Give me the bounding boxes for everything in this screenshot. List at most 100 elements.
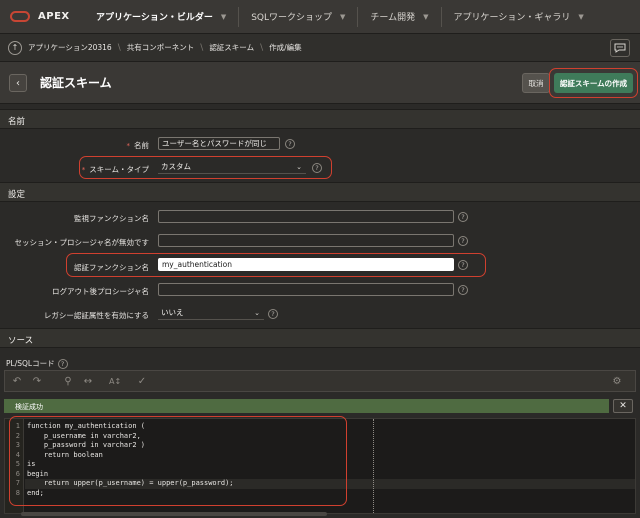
print-margin-ruler bbox=[373, 419, 374, 513]
line-number: 8 bbox=[15, 488, 20, 497]
sentry-function-input[interactable] bbox=[158, 210, 454, 223]
code-line: begin bbox=[27, 469, 49, 478]
nav-tab-sql-workshop[interactable]: SQLワークショップ ▼ bbox=[239, 0, 357, 34]
breadcrumb-separator: \ bbox=[260, 42, 264, 53]
create-auth-scheme-button[interactable]: 認証スキームの作成 bbox=[554, 73, 633, 93]
help-icon[interactable]: ? bbox=[57, 359, 68, 369]
name-field-label: * 名前 bbox=[127, 140, 150, 151]
horizontal-scrollbar[interactable] bbox=[21, 512, 327, 516]
help-icon[interactable]: ? bbox=[458, 260, 468, 270]
nav-tab-label: アプリケーション・ギャラリ bbox=[453, 13, 571, 23]
plsql-code-label: PL/SQLコード? bbox=[6, 358, 68, 369]
line-number: 7 bbox=[15, 479, 20, 487]
code-line: p_password in varchar2 ) bbox=[27, 441, 146, 449]
chat-icon bbox=[614, 43, 626, 53]
code-editor[interactable]: 1 2 3 4 5 6 7 8 function my_authenticati… bbox=[4, 418, 636, 514]
legacy-attributes-select[interactable]: いいえ ⌄ bbox=[158, 307, 264, 320]
required-marker: * bbox=[126, 142, 131, 150]
line-number: 1 bbox=[15, 422, 20, 430]
close-icon: ✕ bbox=[619, 401, 627, 411]
line-number: 4 bbox=[15, 450, 20, 459]
auth-function-input[interactable]: my_authentication bbox=[158, 258, 454, 271]
oracle-logo-icon bbox=[10, 11, 30, 22]
legacy-attributes-label: レガシー認証属性を有効にする bbox=[43, 311, 149, 320]
code-line: p_username in varchar2, bbox=[27, 431, 141, 440]
section-header-name: 名前 bbox=[0, 109, 640, 129]
chevron-down-icon: ▼ bbox=[220, 12, 227, 21]
help-icon[interactable]: ? bbox=[458, 285, 468, 295]
chat-button[interactable] bbox=[610, 39, 630, 57]
expand-arrows-icon[interactable]: ↔ bbox=[82, 376, 94, 388]
invalid-session-input[interactable] bbox=[158, 234, 454, 247]
breadcrumb-item-create-edit: 作成/編集 bbox=[269, 43, 302, 52]
redo-icon[interactable]: ↷ bbox=[31, 376, 43, 388]
section-header-source: ソース bbox=[0, 328, 640, 348]
code-line: function my_authentication ( bbox=[27, 422, 146, 430]
page-title: 認証スキーム bbox=[40, 76, 112, 90]
search-icon[interactable]: ⚲ bbox=[62, 376, 74, 388]
sentry-function-label: 監視ファンクション名 bbox=[74, 214, 149, 223]
help-icon[interactable]: ? bbox=[312, 163, 322, 173]
code-line: is bbox=[27, 460, 36, 468]
chevron-down-icon: ▼ bbox=[340, 12, 346, 21]
required-marker: * bbox=[81, 166, 86, 174]
nav-tab-label: SQLワークショップ bbox=[251, 13, 333, 23]
name-label-text: 名前 bbox=[134, 141, 149, 150]
cancel-button[interactable]: 取消 bbox=[522, 73, 550, 93]
name-input[interactable]: ユーザー名とパスワードが同じ bbox=[158, 137, 280, 150]
nav-tab-label: アプリケーション・ビルダー bbox=[96, 13, 213, 23]
breadcrumb-item-shared-components[interactable]: 共有コンポーネント bbox=[127, 42, 195, 53]
section-title: ソース bbox=[8, 336, 34, 346]
line-number: 6 bbox=[15, 469, 20, 478]
line-number: 3 bbox=[15, 441, 20, 449]
section-title: 設定 bbox=[8, 190, 26, 200]
help-icon[interactable]: ? bbox=[458, 236, 468, 246]
line-number: 2 bbox=[15, 431, 20, 440]
chevron-down-icon: ▼ bbox=[578, 12, 584, 21]
section-title: 名前 bbox=[8, 117, 26, 127]
brand-label: APEX bbox=[38, 11, 70, 22]
arrow-up-icon[interactable]: ↑ bbox=[8, 40, 22, 55]
chevron-left-icon: ‹ bbox=[16, 77, 20, 89]
nav-tab-team-development[interactable]: チーム開発 ▼ bbox=[358, 0, 440, 34]
legacy-attributes-value: いいえ bbox=[161, 308, 184, 317]
chevron-down-icon: ⌄ bbox=[296, 163, 302, 171]
code-line: return boolean bbox=[27, 450, 103, 459]
line-number-gutter: 1 2 3 4 5 6 7 8 bbox=[5, 419, 24, 513]
close-status-button[interactable]: ✕ bbox=[613, 399, 633, 413]
nav-tab-app-builder[interactable]: アプリケーション・ビルダー ▼ bbox=[84, 0, 238, 34]
undo-icon[interactable]: ↶ bbox=[11, 376, 23, 388]
help-icon[interactable]: ? bbox=[285, 139, 295, 149]
validation-status-bar: 検証成功 bbox=[4, 399, 609, 413]
breadcrumb-item-application[interactable]: アプリケーション20316 bbox=[28, 42, 112, 53]
nav-tab-app-gallery[interactable]: アプリケーション・ギャラリ ▼ bbox=[442, 0, 596, 34]
nav-tab-label: チーム開発 bbox=[370, 13, 416, 23]
breadcrumb-item-auth-schemes[interactable]: 認証スキーム bbox=[209, 42, 254, 53]
apex-logo[interactable]: APEX bbox=[10, 11, 84, 22]
chevron-down-icon: ⌄ bbox=[254, 309, 260, 317]
breadcrumb-separator: \ bbox=[117, 42, 121, 53]
post-logout-label: ログアウト後プロシージャ名 bbox=[52, 287, 149, 296]
help-icon[interactable]: ? bbox=[458, 212, 468, 222]
back-button[interactable]: ‹ bbox=[9, 74, 27, 92]
scheme-type-label: * スキーム・タイプ bbox=[82, 164, 149, 175]
scheme-type-value: カスタム bbox=[161, 162, 191, 171]
gear-icon[interactable]: ⚙ bbox=[611, 376, 623, 388]
scheme-type-select[interactable]: カスタム ⌄ bbox=[158, 161, 306, 174]
section-header-settings: 設定 bbox=[0, 182, 640, 202]
top-nav-bar: APEX アプリケーション・ビルダー ▼ SQLワークショップ ▼ チーム開発 … bbox=[0, 0, 640, 34]
invalid-session-label: セッション・プロシージャ名が無効です bbox=[14, 238, 149, 247]
help-icon[interactable]: ? bbox=[268, 309, 278, 319]
post-logout-input[interactable] bbox=[158, 283, 454, 296]
breadcrumb: ↑ アプリケーション20316 \ 共有コンポーネント \ 認証スキーム \ 作… bbox=[0, 34, 640, 62]
code-line: return upper(p_username) = upper(p_passw… bbox=[27, 479, 234, 487]
line-number: 5 bbox=[15, 460, 20, 468]
scheme-type-label-text: スキーム・タイプ bbox=[89, 165, 149, 174]
plsql-code-label-text: PL/SQLコード bbox=[6, 359, 55, 368]
chevron-down-icon: ▼ bbox=[423, 12, 429, 21]
editor-toolbar: ↶ ↷ ⚲ ↔ A↕ ✓ ⚙ bbox=[4, 370, 636, 392]
auth-function-label: 認証ファンクション名 bbox=[74, 263, 149, 272]
validation-status-text: 検証成功 bbox=[15, 403, 43, 411]
validate-icon[interactable]: ✓ bbox=[136, 376, 148, 388]
text-format-icon[interactable]: A↕ bbox=[109, 376, 121, 388]
